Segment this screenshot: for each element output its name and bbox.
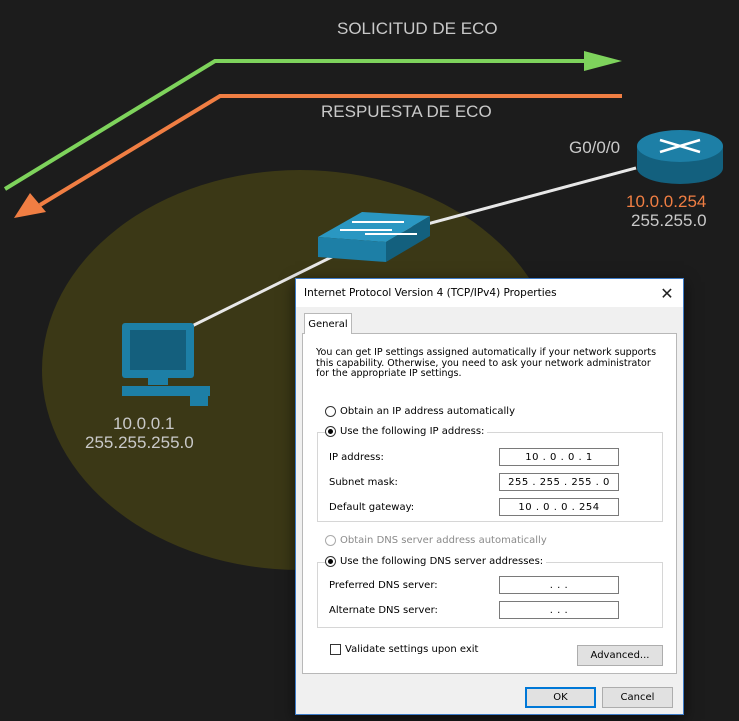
tab-general[interactable]: General	[304, 313, 352, 334]
echo-request-arrowhead	[584, 51, 622, 71]
advanced-button[interactable]: Advanced...	[577, 645, 663, 666]
radio-circle	[325, 535, 336, 546]
default-gateway-field[interactable]: 10 . 0 . 0 . 254	[499, 498, 619, 516]
router-mask-label: 255.255.0	[631, 211, 707, 230]
cancel-button[interactable]: Cancel	[602, 687, 673, 708]
use-following-ip-radio[interactable]: Use the following IP address:	[325, 426, 488, 437]
ok-button[interactable]: OK	[525, 687, 596, 708]
pc-mask-label: 255.255.255.0	[85, 433, 194, 452]
default-gateway-label: Default gateway:	[329, 502, 415, 513]
use-following-ip-label: Use the following IP address:	[340, 426, 485, 437]
router-icon	[637, 130, 723, 184]
obtain-ip-auto-label: Obtain an IP address automatically	[340, 406, 516, 417]
use-following-dns-radio[interactable]: Use the following DNS server addresses:	[325, 556, 547, 567]
dialog-title: Internet Protocol Version 4 (TCP/IPv4) P…	[304, 287, 557, 299]
preferred-dns-label: Preferred DNS server:	[329, 580, 438, 591]
dialog-titlebar[interactable]: Internet Protocol Version 4 (TCP/IPv4) P…	[296, 279, 683, 307]
validate-settings-checkbox[interactable]: Validate settings upon exit	[330, 644, 478, 655]
radio-circle	[325, 406, 336, 417]
use-following-dns-label: Use the following DNS server addresses:	[340, 556, 544, 567]
alternate-dns-field[interactable]: . . .	[499, 601, 619, 619]
subnet-mask-field[interactable]: 255 . 255 . 255 . 0	[499, 473, 619, 491]
validate-settings-label: Validate settings upon exit	[345, 644, 479, 655]
echo-reply-label: RESPUESTA DE ECO	[321, 102, 492, 121]
ipv4-properties-dialog: Internet Protocol Version 4 (TCP/IPv4) P…	[295, 278, 684, 715]
radio-circle-selected	[325, 426, 336, 437]
echo-request-label: SOLICITUD DE ECO	[337, 19, 498, 38]
pc-ip-label: 10.0.0.1	[113, 414, 175, 433]
obtain-dns-auto-radio[interactable]: Obtain DNS server address automatically	[325, 535, 547, 546]
obtain-ip-auto-radio[interactable]: Obtain an IP address automatically	[325, 406, 515, 417]
description-text: You can get IP settings assigned automat…	[316, 347, 657, 379]
router-ip-label: 10.0.0.254	[626, 192, 707, 211]
router-interface-label: G0/0/0	[569, 138, 621, 157]
alternate-dns-label: Alternate DNS server:	[329, 605, 438, 616]
close-button[interactable]: ✕	[651, 279, 683, 307]
radio-circle-selected	[325, 556, 336, 567]
obtain-dns-auto-label: Obtain DNS server address automatically	[340, 535, 547, 546]
subnet-mask-label: Subnet mask:	[329, 477, 398, 488]
preferred-dns-field[interactable]: . . .	[499, 576, 619, 594]
general-panel: You can get IP settings assigned automat…	[302, 333, 677, 674]
echo-request-arrow	[3, 59, 590, 191]
ip-address-field[interactable]: 10 . 0 . 0 . 1	[499, 448, 619, 466]
ip-address-label: IP address:	[329, 452, 384, 463]
checkbox-box	[330, 644, 341, 655]
